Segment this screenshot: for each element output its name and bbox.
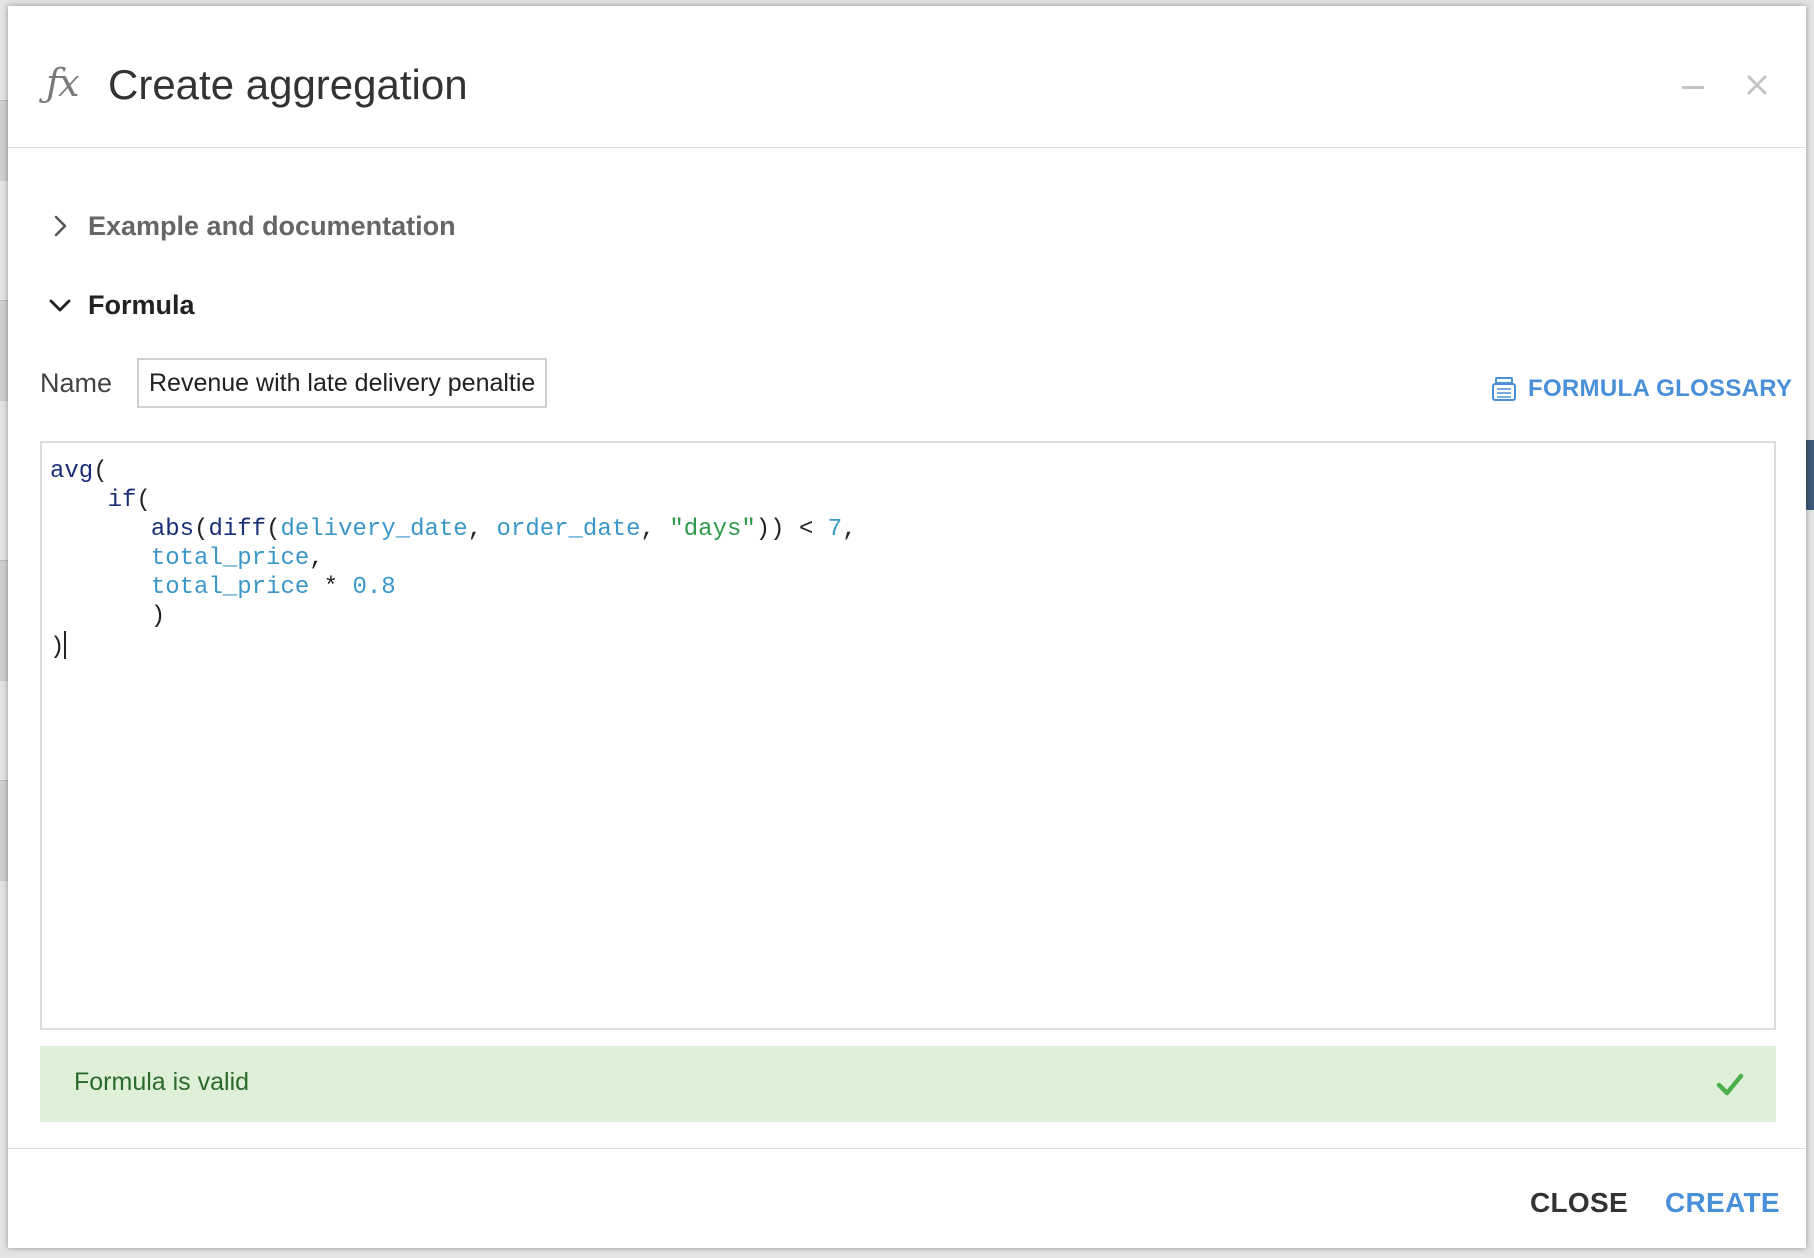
- background-side-tab: [1806, 440, 1814, 510]
- code-token: *: [309, 574, 353, 601]
- code-token: (: [266, 516, 281, 543]
- formula-glossary-link[interactable]: FORMULA GLOSSARY: [1490, 372, 1792, 406]
- validation-banner: Formula is valid: [40, 1046, 1776, 1122]
- dialog-title: Create aggregation: [108, 61, 468, 108]
- code-token: (: [194, 516, 209, 543]
- function-icon: ƒx: [46, 61, 80, 105]
- code-token: ): [50, 634, 65, 661]
- code-token: (: [93, 458, 108, 485]
- code-token: diff: [208, 516, 267, 543]
- code-token: ,: [467, 516, 497, 543]
- formula-glossary-label: FORMULA GLOSSARY: [1528, 375, 1793, 402]
- code-token: abs: [150, 516, 195, 543]
- formula-code: avg( if( abs(diff(delivery_date, order_d…: [50, 457, 857, 662]
- validation-message: Formula is valid: [74, 1068, 250, 1096]
- minimize-icon: [1682, 86, 1704, 89]
- code-line: abs(diff(delivery_date, order_date, "day…: [50, 516, 857, 543]
- documentation-section-label: Example and documentation: [88, 210, 456, 241]
- dialog-header: ƒx Create aggregation: [8, 6, 1806, 148]
- chevron-down-icon: [49, 299, 71, 312]
- create-aggregation-dialog: ƒx Create aggregation Example and docume…: [8, 6, 1806, 1248]
- documentation-section-toggle[interactable]: Example and documentation: [48, 209, 456, 243]
- code-token: ,: [842, 516, 857, 543]
- code-token: ,: [640, 516, 670, 543]
- formula-section-toggle[interactable]: Formula: [48, 288, 195, 322]
- code-token: "days": [669, 516, 756, 543]
- code-token: (: [136, 487, 151, 514]
- code-token: ,: [309, 545, 324, 572]
- chevron-right-icon: [54, 215, 67, 237]
- close-dialog-button[interactable]: [1742, 70, 1772, 100]
- checkmark-icon: [1716, 1073, 1744, 1096]
- code-token: 0.8: [352, 574, 396, 601]
- dialog-footer: CLOSE CREATE: [8, 1148, 1806, 1249]
- code-token: avg: [50, 458, 94, 485]
- code-line: ): [50, 603, 165, 630]
- code-line: total_price,: [50, 545, 324, 572]
- code-line: if(: [50, 487, 151, 514]
- name-label: Name: [40, 368, 113, 398]
- minimize-button[interactable]: [1678, 70, 1708, 100]
- code-token: 7: [827, 516, 843, 543]
- code-line: ): [50, 631, 67, 661]
- code-token: delivery_date: [280, 516, 468, 543]
- code-token: if: [107, 487, 137, 514]
- code-token: )) <: [755, 516, 828, 543]
- name-input[interactable]: [137, 358, 547, 408]
- code-line: total_price * 0.8: [50, 574, 396, 601]
- create-button[interactable]: CREATE: [1665, 1187, 1780, 1219]
- code-token: ): [50, 603, 166, 630]
- code-token: order_date: [496, 516, 641, 543]
- code-line: avg(: [50, 458, 108, 485]
- code-token: total_price: [150, 545, 310, 572]
- code-token: total_price: [150, 574, 310, 601]
- formula-section-label: Formula: [88, 289, 195, 320]
- formula-editor[interactable]: avg( if( abs(diff(delivery_date, order_d…: [40, 441, 1776, 1030]
- close-icon: [1747, 75, 1767, 95]
- glossary-icon: [1492, 377, 1516, 401]
- close-button[interactable]: CLOSE: [1530, 1187, 1628, 1219]
- text-cursor: [64, 631, 67, 659]
